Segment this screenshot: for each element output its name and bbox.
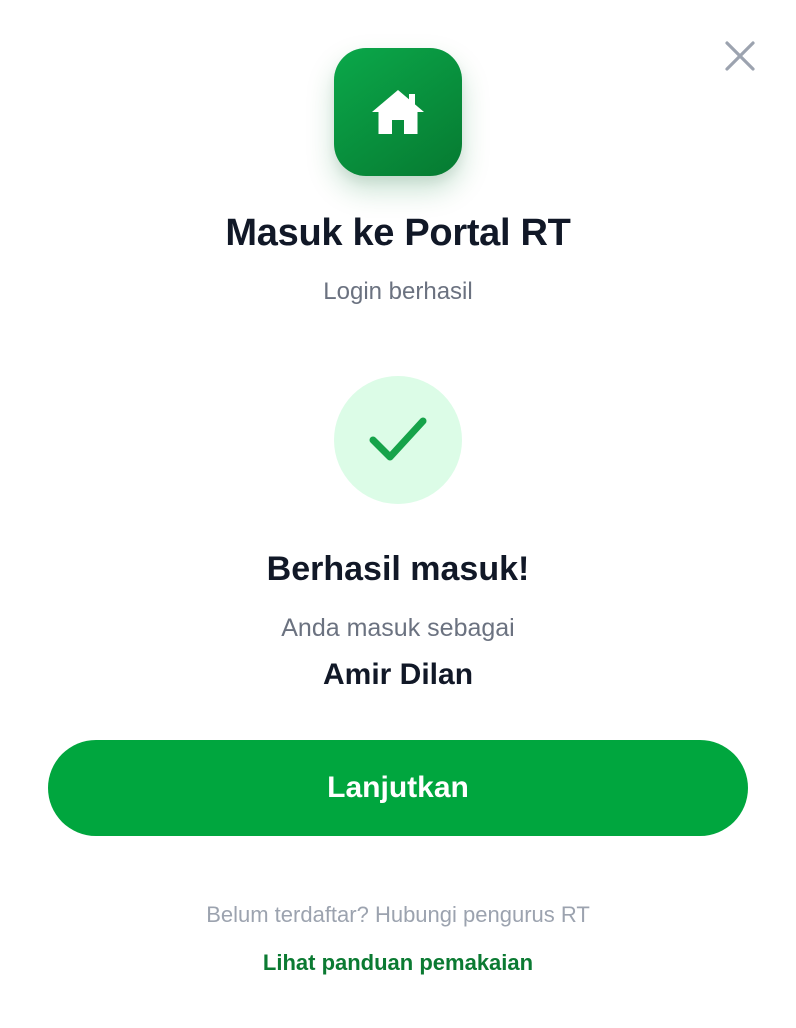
home-icon xyxy=(372,90,424,134)
user-name: Amir Dilan xyxy=(322,658,474,691)
app-logo xyxy=(334,48,462,176)
success-heading: Berhasil masuk! xyxy=(266,550,530,588)
close-button[interactable] xyxy=(718,34,762,78)
close-icon xyxy=(725,41,755,71)
continue-button[interactable]: Lanjutkan xyxy=(48,740,748,836)
dialog-title: Masuk ke Portal RT xyxy=(225,212,571,254)
registration-note: Belum terdaftar? Hubungi pengurus RT xyxy=(206,902,590,927)
check-icon xyxy=(369,417,427,461)
usage-guide-link[interactable]: Lihat panduan pemakaian xyxy=(0,950,796,976)
signed-in-as-label: Anda masuk sebagai xyxy=(281,614,515,642)
success-indicator xyxy=(334,376,462,504)
login-success-dialog: Masuk ke Portal RT Login berhasil Berhas… xyxy=(0,0,796,1028)
dialog-subtitle: Login berhasil xyxy=(323,278,473,305)
